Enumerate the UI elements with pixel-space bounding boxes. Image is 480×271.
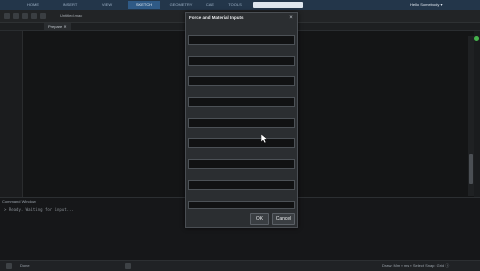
ribbon-tab-home[interactable]: HOME bbox=[20, 1, 46, 9]
input-field-2[interactable] bbox=[188, 56, 295, 66]
status-readout: Draw: Mm ▪ ms ▪ Select Snap: Grid ⓘ bbox=[382, 263, 450, 268]
undo-icon[interactable] bbox=[31, 13, 37, 19]
redo-icon[interactable] bbox=[40, 13, 46, 19]
grid-icon[interactable] bbox=[125, 263, 131, 269]
ok-button[interactable]: OK bbox=[250, 213, 269, 225]
command-window-title: Command Window bbox=[2, 199, 36, 204]
new-icon[interactable] bbox=[4, 13, 10, 19]
line-gutter bbox=[0, 31, 23, 197]
vertical-scrollbar[interactable] bbox=[468, 36, 474, 196]
ribbon-tab-insert[interactable]: INSERT bbox=[57, 1, 83, 9]
dialog-title: Force and Material Inputs bbox=[189, 15, 244, 20]
command-prompt[interactable]: > Ready. Waiting for input... bbox=[4, 207, 74, 213]
search-input[interactable] bbox=[253, 2, 303, 8]
scrollbar-thumb[interactable] bbox=[469, 154, 473, 184]
ribbon-tab-sketch[interactable]: SKETCH bbox=[128, 1, 160, 9]
input-field-1[interactable] bbox=[188, 35, 295, 45]
input-field-3[interactable] bbox=[188, 76, 295, 86]
save-icon[interactable] bbox=[22, 13, 28, 19]
status-icon bbox=[6, 263, 12, 269]
input-field-7[interactable] bbox=[188, 159, 295, 169]
ribbon-tab-cae[interactable]: CAE bbox=[200, 1, 220, 9]
document-name: Untitled.mac bbox=[60, 13, 83, 18]
input-field-4[interactable] bbox=[188, 97, 295, 107]
input-field-8[interactable] bbox=[188, 180, 295, 190]
user-menu[interactable]: Hello Somebody ▾ bbox=[410, 1, 442, 9]
force-material-dialog: Force and Material Inputs × OK Cancel bbox=[185, 12, 298, 228]
input-field-6[interactable] bbox=[188, 138, 295, 148]
cancel-button[interactable]: Cancel bbox=[272, 213, 295, 225]
mouse-cursor-icon bbox=[261, 134, 269, 144]
ribbon-tab-view[interactable]: VIEW bbox=[94, 1, 120, 9]
status-indicator-icon bbox=[474, 36, 479, 41]
status-text: Done bbox=[20, 263, 30, 268]
ribbon-tab-geometry[interactable]: GEOMETRY bbox=[164, 1, 198, 9]
close-icon[interactable]: × bbox=[287, 14, 295, 22]
input-field-9[interactable] bbox=[188, 201, 295, 209]
input-field-5[interactable] bbox=[188, 118, 295, 128]
status-bar: Done Draw: Mm ▪ ms ▪ Select Snap: Grid ⓘ bbox=[0, 260, 480, 271]
ribbon: HOME INSERT VIEW SKETCH GEOMETRY CAE TOO… bbox=[0, 0, 480, 10]
ribbon-tab-tools[interactable]: TOOLS bbox=[222, 1, 248, 9]
tab-prepare[interactable]: Prepare ✕ bbox=[44, 23, 71, 30]
open-icon[interactable] bbox=[13, 13, 19, 19]
